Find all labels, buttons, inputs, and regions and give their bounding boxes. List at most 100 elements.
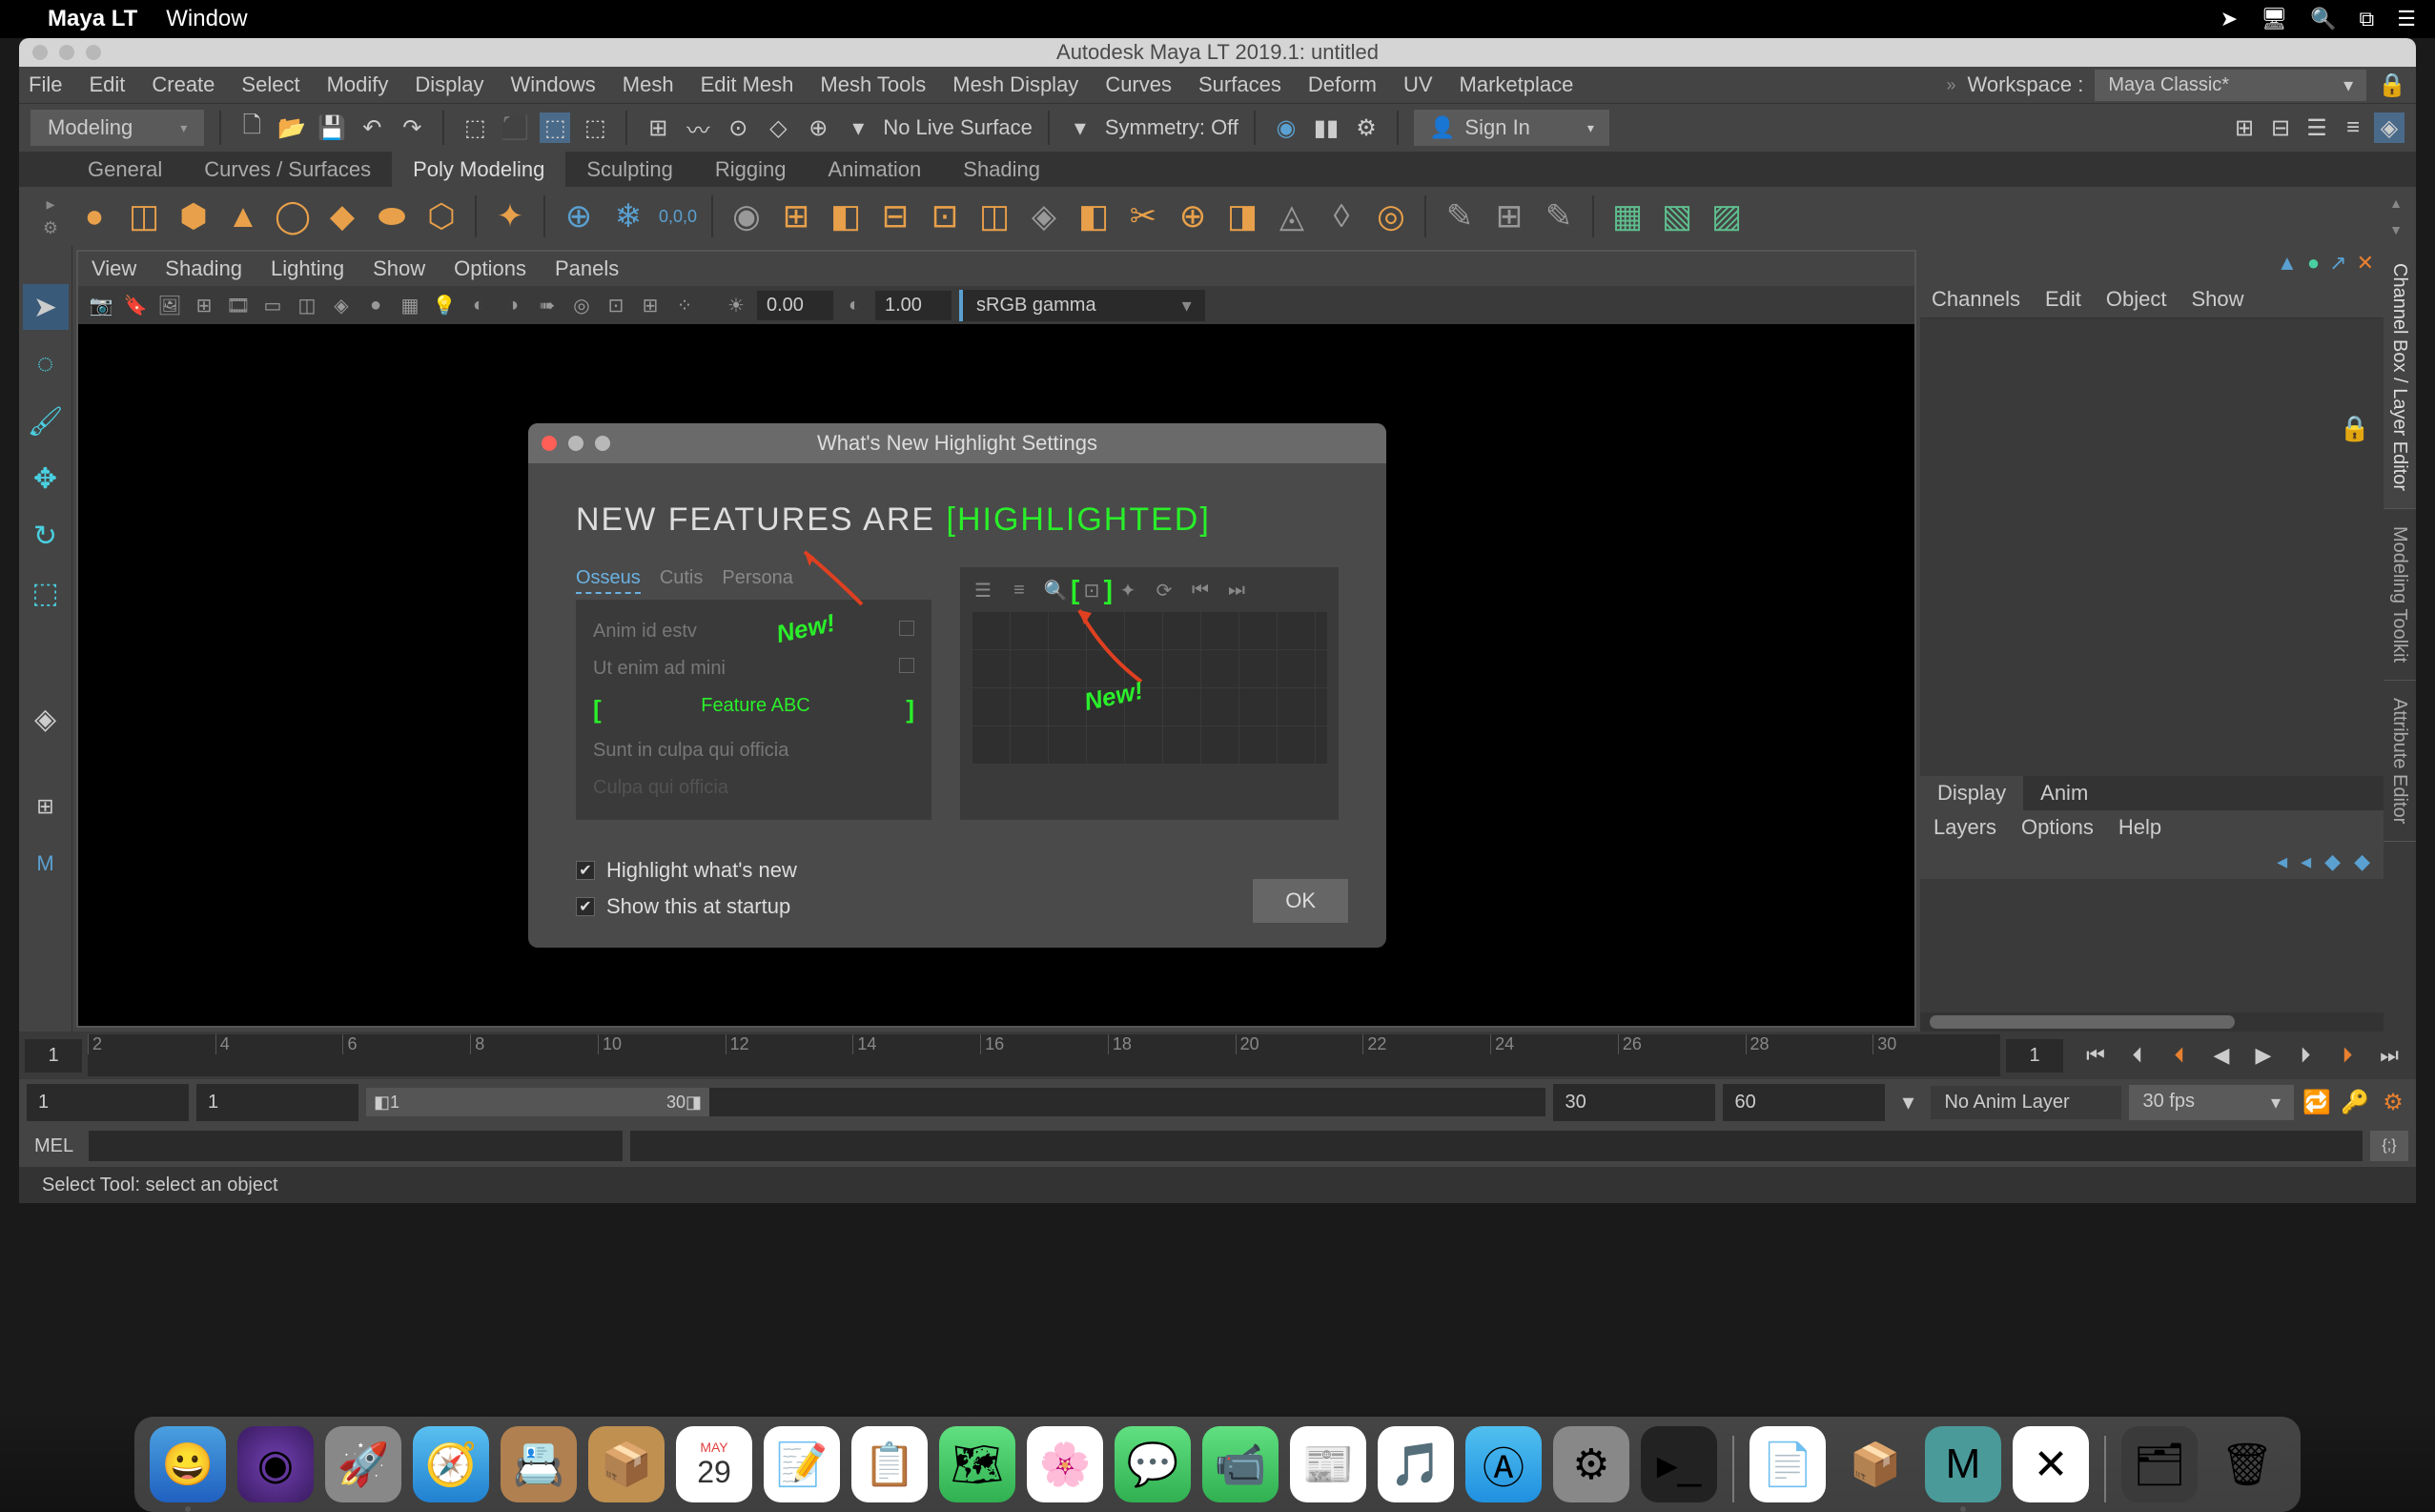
sculpt-icon[interactable]: ✎: [1436, 193, 1484, 240]
minimize-window-button[interactable]: [59, 45, 74, 60]
pt-wireframe-icon[interactable]: ⊞: [637, 292, 664, 318]
snap-toggle-icon[interactable]: ▾: [843, 112, 873, 143]
highlight-whats-new-checkbox[interactable]: ✔ Highlight what's new: [576, 858, 1339, 883]
menu-select[interactable]: Select: [241, 72, 299, 97]
quad-draw-icon[interactable]: ⊞: [1485, 193, 1533, 240]
shelf-tab-rigging[interactable]: Rigging: [694, 150, 808, 190]
dock-textedit-icon[interactable]: 📄: [1750, 1426, 1826, 1502]
symmetry-label[interactable]: Symmetry: Off: [1105, 115, 1238, 140]
range-thumb[interactable]: ◧1 30◨: [366, 1088, 709, 1116]
dock-calendar-icon[interactable]: MAY 29: [676, 1426, 752, 1502]
play-back-button[interactable]: ◀: [2204, 1038, 2239, 1073]
range-menu-icon[interactable]: ▾: [1893, 1087, 1923, 1117]
rotate-tool[interactable]: ↻: [23, 513, 69, 559]
sidebar-toggle-5-icon[interactable]: ◈: [2374, 112, 2404, 143]
pt-gamma-icon[interactable]: ◐: [841, 292, 868, 318]
menu-modify[interactable]: Modify: [327, 72, 389, 97]
close-window-button[interactable]: [32, 45, 48, 60]
poly-disc-icon[interactable]: ⬬: [368, 193, 416, 240]
show-at-startup-checkbox[interactable]: ✔ Show this at startup: [576, 894, 1339, 919]
layers-options-item[interactable]: Options: [2021, 815, 2094, 840]
pt-shade-wire-icon[interactable]: ◈: [328, 292, 355, 318]
live-surface-label[interactable]: No Live Surface: [883, 115, 1033, 140]
save-scene-icon[interactable]: 💾: [317, 112, 347, 143]
dock-trash-icon[interactable]: 🗑: [2209, 1426, 2285, 1502]
sidebar-toggle-1-icon[interactable]: ⊞: [2229, 112, 2260, 143]
layer-icon-1[interactable]: ◂: [2277, 849, 2287, 874]
command-input[interactable]: [89, 1131, 623, 1161]
panel-menu-options[interactable]: Options: [454, 256, 526, 281]
bridge-icon[interactable]: ◊: [1318, 193, 1365, 240]
timeline-track[interactable]: 2 4 6 8 10 12 14 16 18 20 22 24 26 28 30: [88, 1034, 2000, 1076]
new-scene-icon[interactable]: 🗋: [236, 112, 267, 143]
side-tab-channel-box[interactable]: Channel Box / Layer Editor: [2384, 246, 2416, 509]
pt-exposure-icon[interactable]: ☀: [723, 292, 749, 318]
dock-terminal-icon[interactable]: ▸_: [1641, 1426, 1717, 1502]
pt-texture-icon[interactable]: ▦: [397, 292, 423, 318]
app-menu[interactable]: Maya LT: [48, 6, 137, 32]
bevel-icon[interactable]: ◬: [1268, 193, 1316, 240]
rt-icon-2[interactable]: ●: [2307, 251, 2320, 276]
pt-film-icon[interactable]: 🎞: [225, 292, 252, 318]
uv-auto-icon[interactable]: ▨: [1703, 193, 1750, 240]
menu-display[interactable]: Display: [415, 72, 483, 97]
shelf-scroll[interactable]: ▲▼: [2389, 195, 2403, 237]
shelf-tab-shading[interactable]: Shading: [942, 150, 1061, 190]
layer-icon-4[interactable]: ◆: [2354, 849, 2370, 874]
gamma-input[interactable]: [875, 291, 951, 320]
poly-cone-icon[interactable]: ▲: [219, 193, 267, 240]
menu-surfaces[interactable]: Surfaces: [1198, 72, 1281, 97]
dialog-titlebar[interactable]: What's New Highlight Settings: [528, 423, 1386, 463]
shelf-tab-curves[interactable]: Curves / Surfaces: [183, 150, 392, 190]
poly-cylinder-icon[interactable]: ⬢: [170, 193, 217, 240]
render-icon[interactable]: ◉: [1271, 112, 1301, 143]
color-management-dropdown[interactable]: sRGB gamma: [959, 290, 1205, 321]
uv-editor-icon[interactable]: ▦: [1604, 193, 1651, 240]
last-tool[interactable]: ◈: [23, 696, 69, 742]
rt-icon-4[interactable]: ✕: [2357, 251, 2374, 276]
subdiv-icon[interactable]: ◧: [1070, 193, 1117, 240]
panel-menu-shading[interactable]: Shading: [165, 256, 242, 281]
paint-select-tool[interactable]: 🖌: [23, 398, 69, 444]
fill-hole-icon[interactable]: ◎: [1367, 193, 1415, 240]
poly-sweep-icon[interactable]: 0,0,0: [654, 193, 702, 240]
anim-layer-dropdown[interactable]: No Anim Layer: [1931, 1086, 2121, 1119]
poly-type-icon[interactable]: ⊕: [555, 193, 603, 240]
menu-windows[interactable]: Windows: [511, 72, 596, 97]
dock-reminders-icon[interactable]: 📋: [851, 1426, 928, 1502]
go-start-button[interactable]: ⏮: [2078, 1038, 2113, 1073]
spotlight-icon[interactable]: 🔍: [2310, 7, 2336, 31]
pt-shadow-icon[interactable]: ◐: [465, 292, 492, 318]
snap-plane-icon[interactable]: ◇: [763, 112, 793, 143]
range-slider[interactable]: ◧1 30◨: [366, 1088, 1545, 1116]
dock-maya-icon[interactable]: M: [1925, 1426, 2001, 1502]
go-end-button[interactable]: ⏭: [2372, 1038, 2406, 1073]
dock-settings-icon[interactable]: ⚙: [1553, 1426, 1629, 1502]
snap-grid-icon[interactable]: ⊞: [643, 112, 673, 143]
anim-end-input[interactable]: [1723, 1084, 1885, 1121]
dock-appstore-icon[interactable]: Ⓐ: [1465, 1426, 1542, 1502]
select-tool[interactable]: ➤: [23, 284, 69, 330]
dock-maps-icon[interactable]: 🗺: [939, 1426, 1015, 1502]
tab-show[interactable]: Show: [2191, 287, 2243, 312]
select-hierarchy-icon[interactable]: ⬚: [460, 112, 490, 143]
prefs-icon[interactable]: ⚙: [2378, 1087, 2408, 1117]
zoom-window-button[interactable]: [86, 45, 101, 60]
step-fwd-button[interactable]: ⏵: [2288, 1038, 2322, 1073]
poly-cube-icon[interactable]: ◫: [120, 193, 168, 240]
pt-light-icon[interactable]: 💡: [431, 292, 458, 318]
shelf-tab-general[interactable]: General: [67, 150, 183, 190]
layers-menu-item[interactable]: Layers: [1934, 815, 1996, 840]
exposure-input[interactable]: [757, 291, 833, 320]
dock-box-icon[interactable]: 📦: [1837, 1426, 1913, 1502]
menu-edit[interactable]: Edit: [89, 72, 125, 97]
poly-torus-icon[interactable]: ◯: [269, 193, 317, 240]
extrude-icon[interactable]: ◨: [1218, 193, 1266, 240]
snap-point-icon[interactable]: ⊙: [723, 112, 753, 143]
pt-image-icon[interactable]: 🖼: [156, 292, 183, 318]
tl-end-field[interactable]: 1: [2006, 1039, 2063, 1073]
layer-icon-3[interactable]: ◆: [2324, 849, 2341, 874]
pt-camera-icon[interactable]: 📷: [88, 292, 114, 318]
pt-isolate-icon[interactable]: ⊡: [603, 292, 629, 318]
lock-icon[interactable]: 🔒: [2378, 72, 2406, 99]
